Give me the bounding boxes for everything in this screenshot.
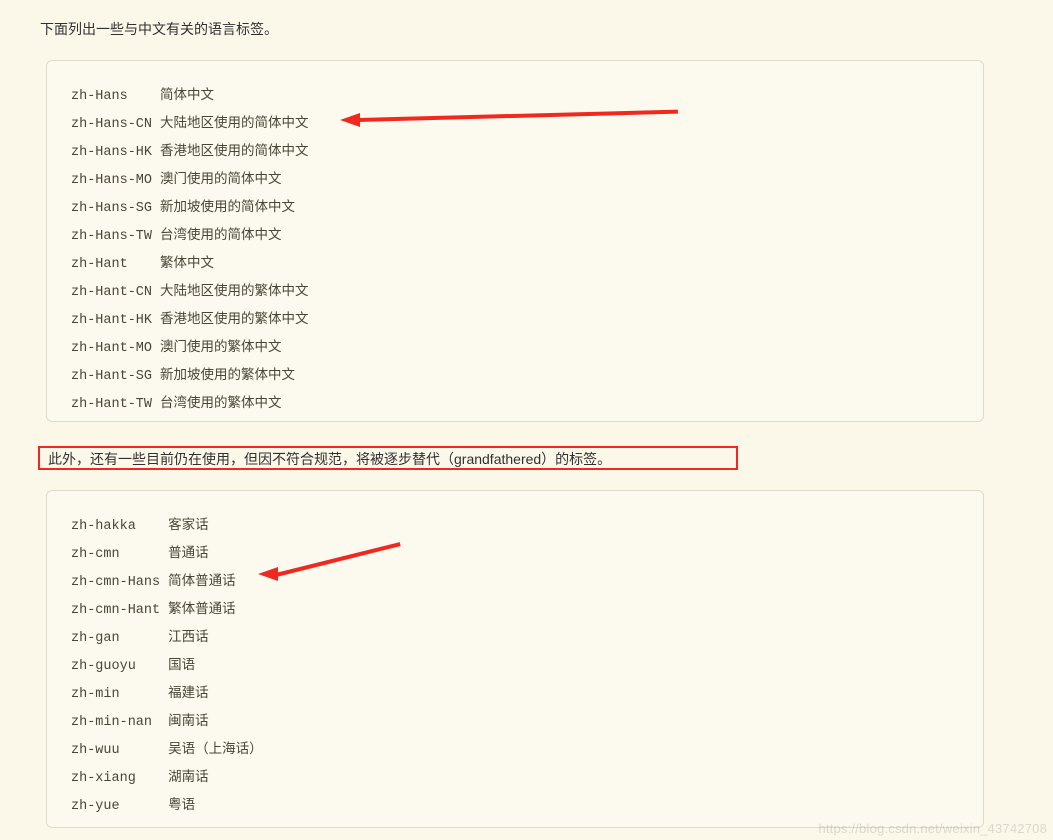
intro-text: 下面列出一些与中文有关的语言标签。	[40, 22, 278, 36]
tag-code: zh-cmn-Hant	[71, 597, 160, 625]
tag-code: zh-Hant-CN	[71, 279, 152, 307]
tag-code: zh-Hant-SG	[71, 363, 152, 391]
tag-code: zh-min-nan	[71, 709, 160, 737]
tag-row: zh-Hant-CN 大陆地区使用的繁体中文	[71, 279, 983, 307]
tag-desc: 国语	[168, 659, 195, 674]
tag-code: zh-Hant-TW	[71, 391, 152, 419]
tag-code: zh-gan	[71, 625, 160, 653]
tag-row: zh-xiang 湖南话	[71, 765, 983, 793]
tag-row: zh-min 福建话	[71, 681, 983, 709]
tag-desc: 新加坡使用的简体中文	[160, 201, 295, 216]
tag-row: zh-Hans-TW 台湾使用的简体中文	[71, 223, 983, 251]
tag-code: zh-Hans-CN	[71, 111, 152, 139]
tag-row: zh-gan 江西话	[71, 625, 983, 653]
tag-desc: 粤语	[168, 799, 195, 814]
tag-row: zh-yue 粤语	[71, 793, 983, 821]
tag-row: zh-cmn 普通话	[71, 541, 983, 569]
tag-desc: 客家话	[168, 519, 209, 534]
tag-code: zh-Hans-HK	[71, 139, 152, 167]
tag-desc: 湖南话	[168, 771, 209, 786]
tag-code: zh-min	[71, 681, 160, 709]
tag-code: zh-Hans-MO	[71, 167, 152, 195]
tag-row: zh-Hans-MO 澳门使用的简体中文	[71, 167, 983, 195]
grandfathered-note: 此外，还有一些目前仍在使用，但因不符合规范，将被逐步替代（grandfather…	[38, 446, 738, 470]
tag-desc: 简体普通话	[168, 575, 236, 590]
tag-code: zh-hakka	[71, 513, 160, 541]
tag-code: zh-Hant	[71, 251, 152, 279]
grandfathered-tags-block: zh-hakka 客家话zh-cmn 普通话zh-cmn-Hans简体普通话zh…	[46, 490, 984, 828]
tag-desc: 新加坡使用的繁体中文	[160, 369, 295, 384]
tag-row: zh-Hant 繁体中文	[71, 251, 983, 279]
tag-row: zh-Hans-CN 大陆地区使用的简体中文	[71, 111, 983, 139]
tag-desc: 福建话	[168, 687, 209, 702]
tag-desc: 香港地区使用的繁体中文	[160, 313, 309, 328]
language-tags-block: zh-Hans 简体中文zh-Hans-CN大陆地区使用的简体中文zh-Hans…	[46, 60, 984, 422]
tag-desc: 澳门使用的简体中文	[160, 173, 282, 188]
tag-desc: 台湾使用的繁体中文	[160, 397, 282, 412]
watermark-text: https://blog.csdn.net/weixin_43742708	[818, 821, 1047, 836]
tag-desc: 简体中文	[160, 89, 214, 104]
tag-desc: 闽南话	[168, 715, 209, 730]
tag-desc: 台湾使用的简体中文	[160, 229, 282, 244]
tag-row: zh-Hans-SG 新加坡使用的简体中文	[71, 195, 983, 223]
tag-desc: 大陆地区使用的简体中文	[160, 117, 309, 132]
tag-row: zh-Hant-SG 新加坡使用的繁体中文	[71, 363, 983, 391]
tag-desc: 江西话	[168, 631, 209, 646]
tag-desc: 澳门使用的繁体中文	[160, 341, 282, 356]
tag-code: zh-guoyu	[71, 653, 160, 681]
tag-code: zh-wuu	[71, 737, 160, 765]
tag-code: zh-Hant-MO	[71, 335, 152, 363]
tag-row: zh-cmn-Hans 简体普通话	[71, 569, 983, 597]
tag-row: zh-min-nan 闽南话	[71, 709, 983, 737]
tag-code: zh-yue	[71, 793, 160, 821]
tag-row: zh-cmn-Hant 繁体普通话	[71, 597, 983, 625]
tag-desc: 繁体中文	[160, 257, 214, 272]
tag-code: zh-xiang	[71, 765, 160, 793]
tag-code: zh-Hans	[71, 83, 152, 111]
tag-code: zh-cmn-Hans	[71, 569, 160, 597]
tag-desc: 普通话	[168, 547, 209, 562]
tag-code: zh-Hans-TW	[71, 223, 152, 251]
tag-row: zh-wuu 吴语（上海话）	[71, 737, 983, 765]
tag-code: zh-Hans-SG	[71, 195, 152, 223]
tag-row: zh-hakka 客家话	[71, 513, 983, 541]
tag-desc: 香港地区使用的简体中文	[160, 145, 309, 160]
tag-code: zh-cmn	[71, 541, 160, 569]
tag-code: zh-Hant-HK	[71, 307, 152, 335]
tag-desc: 吴语（上海话）	[168, 743, 263, 758]
tag-desc: 繁体普通话	[168, 603, 236, 618]
tag-desc: 大陆地区使用的繁体中文	[160, 285, 309, 300]
tag-row: zh-Hant-TW 台湾使用的繁体中文	[71, 391, 983, 419]
tag-row: zh-guoyu 国语	[71, 653, 983, 681]
tag-row: zh-Hant-MO 澳门使用的繁体中文	[71, 335, 983, 363]
tag-row: zh-Hant-HK 香港地区使用的繁体中文	[71, 307, 983, 335]
tag-row: zh-Hans-HK 香港地区使用的简体中文	[71, 139, 983, 167]
tag-row: zh-Hans 简体中文	[71, 83, 983, 111]
